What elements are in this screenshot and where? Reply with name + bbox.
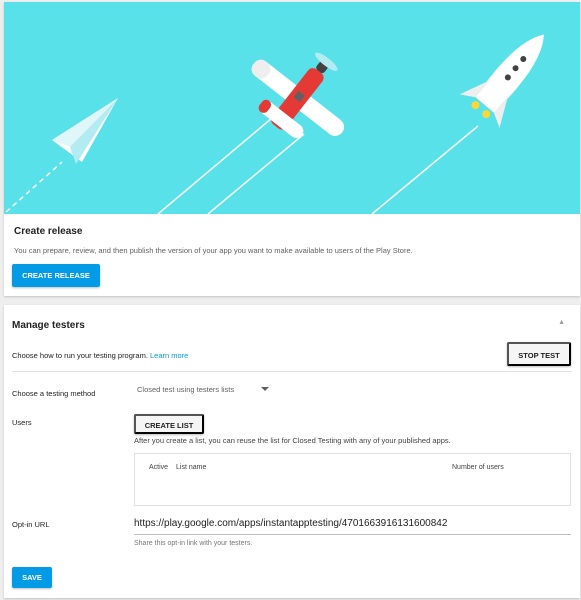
testers-list-table: Active List name Number of users	[134, 453, 571, 506]
run-testing-text: Choose how to run your testing program. …	[12, 351, 188, 360]
hero-illustration	[4, 2, 580, 214]
column-number-of-users: Number of users	[452, 464, 504, 471]
users-label: Users	[12, 418, 32, 427]
optin-url-field[interactable]: https://play.google.com/apps/instantappt…	[134, 518, 447, 529]
divider	[12, 371, 572, 372]
create-release-button[interactable]: CREATE RELEASE	[12, 264, 100, 287]
optin-url-hint: Share this opt-in link with your testers…	[134, 540, 253, 547]
manage-testers-title: Manage testers	[12, 320, 85, 331]
optin-url-underline	[134, 534, 571, 535]
create-release-title: Create release	[14, 226, 83, 237]
save-button[interactable]: SAVE	[12, 567, 52, 588]
create-release-card: Create release You can prepare, review, …	[4, 2, 580, 296]
stop-test-button[interactable]: STOP TEST	[507, 342, 571, 366]
optin-url-label: Opt-in URL	[12, 520, 50, 529]
column-list-name: List name	[176, 464, 207, 471]
learn-more-link[interactable]: Learn more	[150, 351, 188, 360]
create-release-description: You can prepare, review, and then publis…	[14, 246, 413, 255]
testing-method-select[interactable]: Closed test using testers lists	[137, 385, 271, 401]
manage-testers-card: Manage testers ▲ Choose how to run your …	[4, 305, 580, 598]
dropdown-arrow-icon	[261, 387, 269, 391]
chevron-up-icon[interactable]: ▲	[558, 319, 565, 326]
create-list-button[interactable]: CREATE LIST	[134, 414, 204, 434]
testing-method-label: Choose a testing method	[12, 389, 96, 398]
column-active: Active	[149, 464, 169, 471]
run-testing-label: Choose how to run your testing program.	[12, 351, 150, 360]
testing-method-value: Closed test using testers lists	[137, 385, 235, 394]
list-hint-text: After you create a list, you can reuse t…	[134, 436, 451, 445]
